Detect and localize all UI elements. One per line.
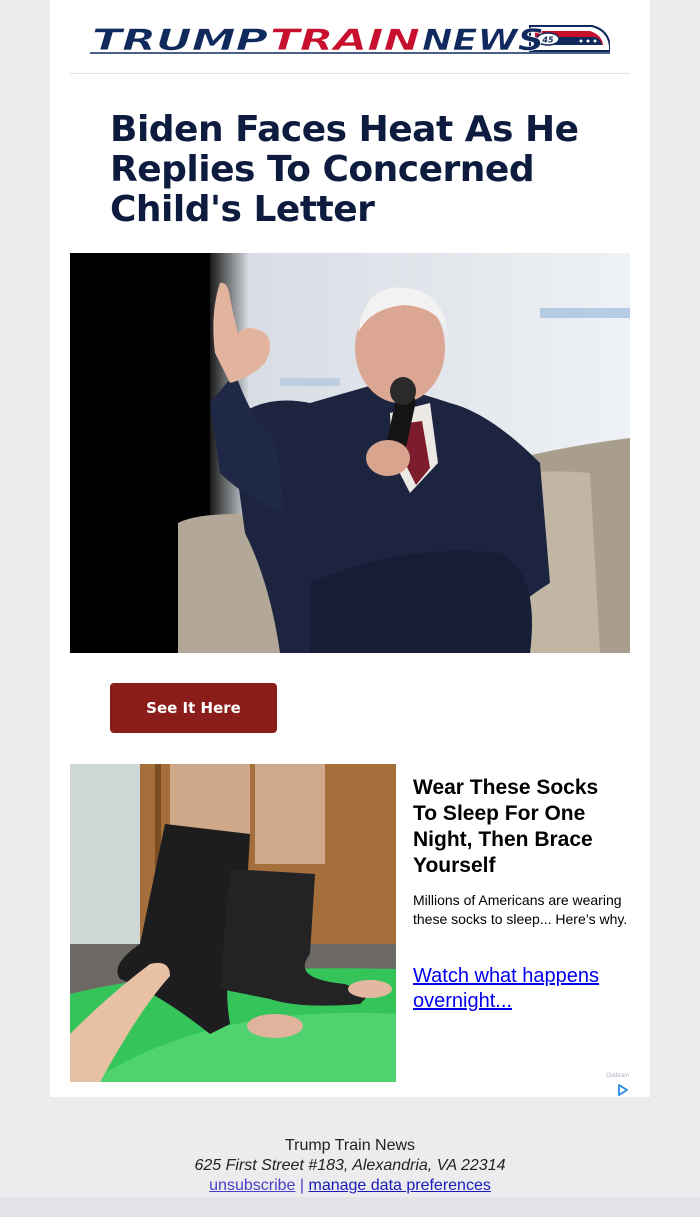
unsubscribe-link[interactable]: unsubscribe: [209, 1177, 295, 1194]
logo-word-trump: TRUMP: [92, 23, 268, 57]
header-divider: [70, 73, 630, 74]
email-footer: Trump Train News 625 First Street #183, …: [0, 1136, 700, 1196]
footer-address: 625 First Street #183, Alexandria, VA 22…: [194, 1157, 506, 1174]
logo-word-train: TRAIN: [270, 23, 420, 57]
ad-brand-label[interactable]: Outbrain: [606, 1073, 629, 1079]
footer-links: unsubscribe | manage data preferences: [0, 1176, 700, 1196]
trump-train-news-logo[interactable]: 45 TRUMP TRAIN NEWS: [90, 18, 610, 58]
footer-separator: |: [299, 1177, 305, 1194]
logo-word-news: NEWS: [422, 23, 544, 57]
ad-description: Millions of Americans are wearing these …: [413, 892, 628, 927]
article-headline[interactable]: Biden Faces Heat As He Replies To Concer…: [110, 110, 610, 230]
bottom-strip: [0, 1197, 700, 1217]
footer-company: Trump Train News: [284, 1137, 416, 1154]
ad-image-socks[interactable]: [70, 764, 396, 1082]
manage-data-preferences-link[interactable]: manage data preferences: [309, 1177, 491, 1194]
adchoices-play-icon[interactable]: [616, 1083, 630, 1097]
email-card: 45 TRUMP TRAIN NEWS Biden Faces Heat As …: [50, 0, 650, 1097]
article-hero-image[interactable]: [70, 253, 630, 653]
ad-title[interactable]: Wear These Socks To Sleep For One Night,…: [413, 775, 628, 879]
see-it-here-button[interactable]: See It Here: [110, 683, 277, 733]
ad-watch-link[interactable]: Watch what happens overnight...: [413, 964, 628, 1014]
